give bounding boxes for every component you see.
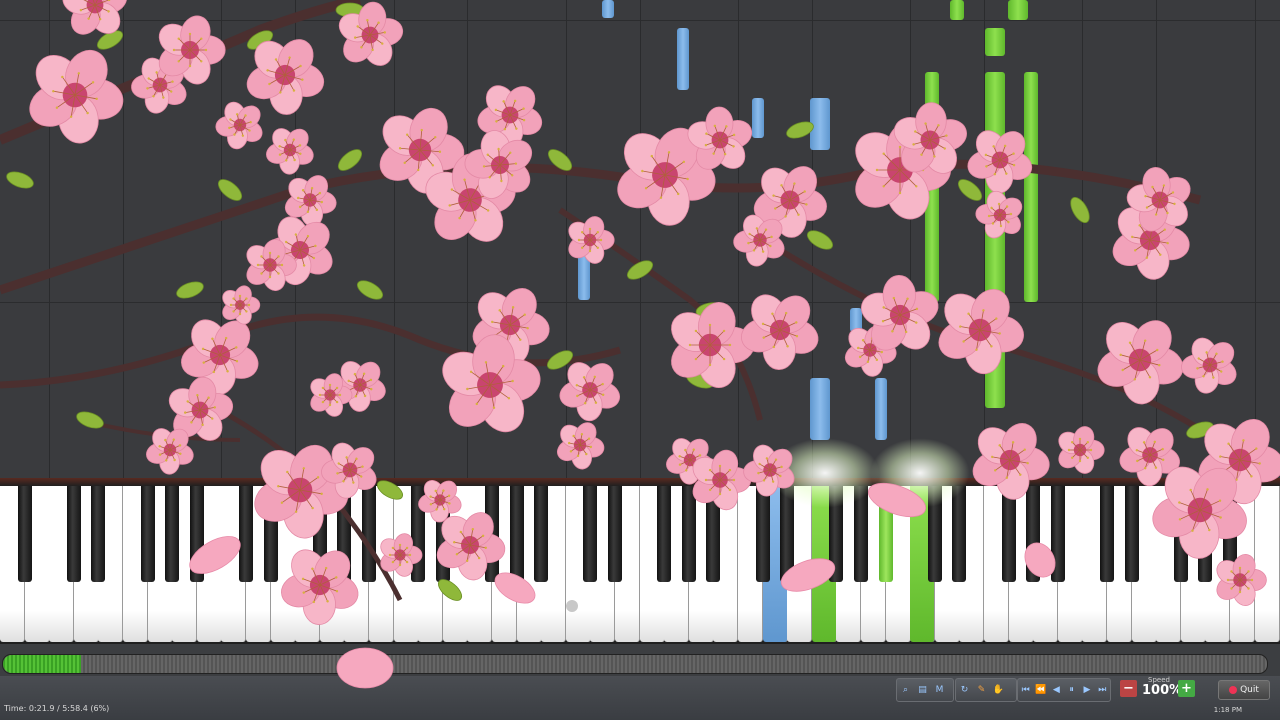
piano-black-key[interactable] bbox=[411, 486, 426, 582]
bottom-toolbar: Time: 0:21.9 / 5:58.4 (6%) ⌕ ▤ M ↻ ✎ ✋ ⏮… bbox=[0, 676, 1280, 720]
loop-icon[interactable]: ↻ bbox=[956, 681, 973, 699]
note-right-hand bbox=[1024, 72, 1038, 302]
note-left-hand bbox=[602, 0, 614, 18]
octave-lane-line bbox=[221, 0, 223, 478]
song-progress-fill bbox=[3, 655, 82, 673]
note-left-hand bbox=[850, 308, 862, 332]
quit-icon bbox=[1229, 686, 1238, 694]
note-right-hand bbox=[985, 72, 1005, 408]
pause-icon[interactable]: ⏸ bbox=[1064, 681, 1079, 699]
clock: 1:18 PM bbox=[1213, 706, 1242, 714]
octave-lane-line bbox=[393, 0, 395, 478]
metronome-icon[interactable]: M bbox=[931, 681, 948, 699]
skip-end-icon[interactable]: ⏭ bbox=[1095, 681, 1110, 699]
octave-lane-line bbox=[467, 0, 469, 478]
piano-black-key[interactable] bbox=[17, 486, 32, 582]
view-controls-group: ⌕ ▤ M bbox=[896, 678, 954, 702]
edit-controls-group: ↻ ✎ ✋ bbox=[955, 678, 1017, 702]
octave-lane-line bbox=[1254, 0, 1256, 478]
piano-black-key[interactable] bbox=[1173, 486, 1188, 582]
octave-lane-line bbox=[1082, 0, 1084, 478]
piano-black-key[interactable] bbox=[583, 486, 598, 582]
piano-black-key[interactable] bbox=[189, 486, 204, 582]
zoom-icon[interactable]: ⌕ bbox=[897, 681, 914, 699]
piano-black-key[interactable] bbox=[1198, 486, 1213, 582]
note-left-hand bbox=[810, 98, 830, 150]
piano-black-key[interactable] bbox=[1026, 486, 1041, 582]
octave-lane-line bbox=[123, 0, 124, 478]
piano-black-key[interactable] bbox=[91, 486, 106, 582]
octave-lane-line bbox=[295, 0, 297, 478]
rewind-fast-icon[interactable]: ⏪ bbox=[1033, 681, 1048, 699]
note-left-hand bbox=[677, 28, 689, 90]
note-right-hand bbox=[950, 0, 964, 20]
hand-icon[interactable]: ✋ bbox=[990, 681, 1007, 699]
piano-black-key[interactable] bbox=[485, 486, 499, 582]
piano-black-key[interactable] bbox=[1050, 486, 1065, 582]
piano-black-key[interactable] bbox=[165, 486, 180, 582]
piano-white-key[interactable] bbox=[1254, 486, 1280, 642]
note-right-hand bbox=[925, 72, 939, 302]
middle-c-marker bbox=[566, 600, 578, 612]
piano-black-key[interactable] bbox=[509, 486, 524, 582]
quit-label: Quit bbox=[1240, 685, 1259, 695]
piano-black-key[interactable] bbox=[681, 486, 696, 582]
speed-decrease-button[interactable]: − bbox=[1120, 680, 1137, 697]
piano-black-key[interactable] bbox=[140, 486, 155, 582]
note-left-hand bbox=[578, 238, 590, 300]
quit-button[interactable]: Quit bbox=[1218, 680, 1270, 700]
piano-black-key[interactable] bbox=[534, 486, 549, 582]
piano-black-key[interactable] bbox=[239, 486, 253, 582]
octave-lane-line bbox=[639, 0, 641, 478]
note-left-hand bbox=[752, 98, 764, 138]
forward-icon[interactable]: ▶ bbox=[1079, 681, 1094, 699]
synthesia-window: Time: 0:21.9 / 5:58.4 (6%) ⌕ ▤ M ↻ ✎ ✋ ⏮… bbox=[0, 0, 1280, 720]
falling-notes-area bbox=[0, 0, 1280, 478]
piano-black-key[interactable] bbox=[1001, 486, 1016, 582]
piano-keyboard bbox=[0, 438, 1280, 644]
note-left-hand bbox=[810, 378, 830, 440]
piano-black-key[interactable] bbox=[1100, 486, 1114, 582]
piano-black-key[interactable] bbox=[1124, 486, 1139, 582]
octave-lane-line bbox=[49, 0, 51, 478]
piano-black-key[interactable] bbox=[263, 486, 278, 582]
piano-black-key[interactable] bbox=[657, 486, 672, 582]
key-press-glow bbox=[870, 438, 970, 508]
speed-value: 100% bbox=[1142, 683, 1183, 698]
time-readout: Time: 0:21.9 / 5:58.4 (6%) bbox=[4, 704, 110, 713]
song-progress-bar[interactable] bbox=[2, 654, 1268, 674]
key-press-glow bbox=[770, 438, 880, 508]
piano-black-key[interactable] bbox=[435, 486, 450, 582]
piano-black-key[interactable] bbox=[1223, 486, 1237, 582]
octave-lane-line bbox=[738, 0, 739, 478]
piano-black-key[interactable] bbox=[608, 486, 622, 582]
octave-lane-line bbox=[1156, 0, 1158, 478]
piano-black-key[interactable] bbox=[337, 486, 352, 582]
note-left-hand bbox=[875, 378, 887, 440]
piano-black-key[interactable] bbox=[362, 486, 376, 582]
octave-lane-line bbox=[565, 0, 567, 478]
transport-controls-group: ⏮ ⏪ ◀ ⏸ ▶ ⏭ bbox=[1017, 678, 1111, 702]
pencil-icon[interactable]: ✎ bbox=[973, 681, 990, 699]
piano-black-key[interactable] bbox=[755, 486, 770, 582]
note-right-hand bbox=[985, 28, 1005, 56]
piano-black-key[interactable] bbox=[706, 486, 721, 582]
rewind-icon[interactable]: ◀ bbox=[1049, 681, 1064, 699]
play-mode-icon[interactable]: ▤ bbox=[914, 681, 931, 699]
piano-black-key[interactable] bbox=[312, 486, 327, 582]
piano-black-key[interactable] bbox=[952, 486, 967, 582]
note-right-hand bbox=[1008, 0, 1028, 20]
keyboard-top-rail bbox=[0, 478, 1280, 486]
skip-start-icon[interactable]: ⏮ bbox=[1018, 681, 1033, 699]
speed-increase-button[interactable]: + bbox=[1178, 680, 1195, 697]
octave-lane-line bbox=[910, 0, 912, 478]
piano-black-key[interactable] bbox=[66, 486, 81, 582]
